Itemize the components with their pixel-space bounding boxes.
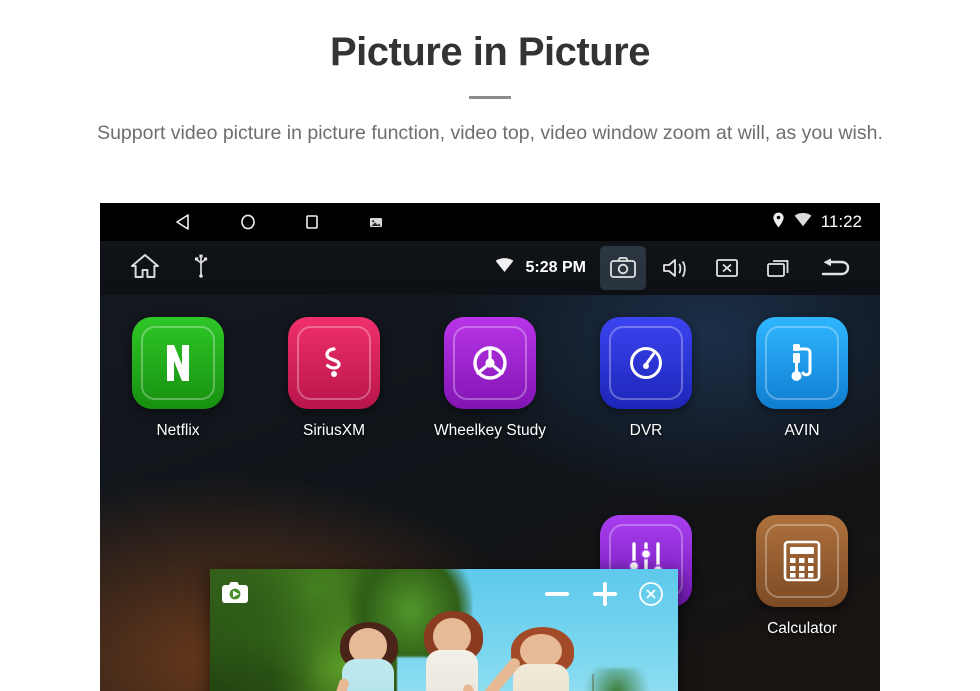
app-icon-calculator[interactable] <box>756 515 848 607</box>
app-cell-siriusxm[interactable]: SiriusXM <box>256 295 412 440</box>
status-indicators: 11:22 <box>772 212 880 233</box>
toolbar-right-group: 5:28 PM <box>495 246 880 290</box>
app-icon-dvr[interactable] <box>600 317 692 409</box>
person-arm <box>317 677 351 691</box>
person-head <box>520 633 562 669</box>
app-cell-avin[interactable]: AVIN <box>724 295 880 440</box>
app-label-netflix: Netflix <box>156 422 200 439</box>
home-icon[interactable] <box>216 203 280 241</box>
app-icon-netflix[interactable] <box>132 317 224 409</box>
app-cell-dvr[interactable]: DVR <box>568 295 724 440</box>
camera-button[interactable] <box>600 246 646 290</box>
screenshot-icon[interactable] <box>344 203 408 241</box>
pip-controls <box>542 579 664 614</box>
app-label-wheelkey-study: Wheelkey Study <box>434 422 546 439</box>
app-cell-wheelkey[interactable]: Wheelkey Study <box>412 295 568 440</box>
calculator-icon <box>783 540 821 582</box>
launcher-desktop: Netflix SiriusXM Wheelkey Study DVR AVIN… <box>100 295 880 691</box>
location-pin-icon <box>772 212 785 233</box>
dvr-gauge-icon <box>624 341 668 385</box>
usb-icon[interactable] <box>194 254 208 283</box>
volume-button[interactable] <box>652 246 698 290</box>
recents-icon[interactable] <box>280 203 344 241</box>
app-icon-avin[interactable] <box>756 317 848 409</box>
toolbar-left-group <box>100 253 208 284</box>
zoom-in-button[interactable] <box>590 579 620 614</box>
promo-header: Picture in Picture Support video picture… <box>0 0 980 147</box>
toolbar-clock: 5:28 PM <box>525 259 586 276</box>
page-root: Picture in Picture Support video picture… <box>0 0 980 691</box>
scene-person-3 <box>466 627 603 691</box>
android-status-bar: 11:22 <box>100 203 880 241</box>
launcher-toolbar: 5:28 PM <box>100 241 880 295</box>
page-title: Picture in Picture <box>330 30 650 74</box>
app-label-siriusxm: SiriusXM <box>302 422 365 439</box>
app-cell-calculator[interactable]: Calculator <box>724 493 880 638</box>
title-divider <box>469 96 511 99</box>
app-label-avin: AVIN <box>784 422 820 439</box>
app-icon-wheelkey-study[interactable] <box>444 317 536 409</box>
app-label-calculator: Calculator <box>767 620 837 637</box>
recents-button[interactable] <box>756 246 802 290</box>
device-screen: 11:22 5:28 PM Netflix SiriusXM Wheelkey … <box>100 203 880 691</box>
status-clock: 11:22 <box>820 212 862 231</box>
app-label-dvr: DVR <box>629 422 663 439</box>
pip-camera-icon[interactable] <box>221 581 249 610</box>
wifi-icon <box>495 258 514 278</box>
pip-close-button[interactable] <box>638 581 664 612</box>
steering-wheel-icon <box>469 342 511 384</box>
back-icon[interactable] <box>152 203 216 241</box>
app-cell-row2-col2 <box>256 493 412 515</box>
pip-video-window[interactable]: seicane <box>210 569 678 691</box>
page-subtitle: Support video picture in picture functio… <box>97 122 883 144</box>
zoom-out-button[interactable] <box>542 579 572 614</box>
back-button[interactable] <box>808 246 862 290</box>
status-nav-group <box>100 203 408 241</box>
app-icon-siriusxm[interactable] <box>288 317 380 409</box>
close-button[interactable] <box>704 246 750 290</box>
app-cell-row2-col3 <box>412 493 568 515</box>
siriusxm-icon <box>314 343 354 383</box>
avin-jack-icon <box>782 341 822 385</box>
netflix-icon <box>161 343 195 383</box>
home-icon[interactable] <box>130 253 160 284</box>
person-top <box>342 659 394 691</box>
app-cell-row2-col1 <box>100 493 256 515</box>
person-top <box>513 663 570 691</box>
wifi-icon <box>794 212 812 232</box>
app-cell-netflix[interactable]: Netflix <box>100 295 256 440</box>
